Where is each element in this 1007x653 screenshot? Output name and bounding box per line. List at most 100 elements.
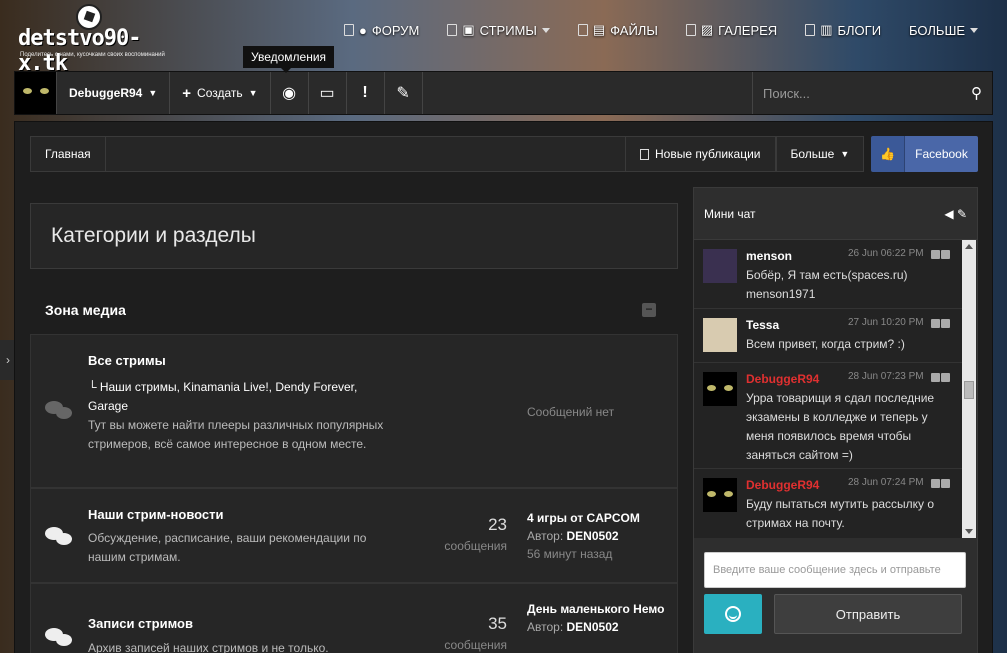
- forum-title[interactable]: Наши стрим-новости: [88, 507, 224, 522]
- nav-label: СТРИМЫ: [479, 22, 537, 38]
- author-link[interactable]: DEN0502: [567, 620, 619, 634]
- facebook-button[interactable]: 👍 Facebook: [871, 136, 978, 172]
- forum-title[interactable]: Записи стримов: [88, 616, 193, 631]
- reports-button[interactable]: !: [347, 72, 385, 114]
- nav-streams[interactable]: ▣ СТРИМЫ: [433, 22, 564, 38]
- avatar[interactable]: [15, 72, 57, 114]
- breadcrumb-home[interactable]: Главная: [31, 137, 106, 171]
- edit-icon[interactable]: [931, 250, 940, 259]
- delete-icon[interactable]: [941, 250, 950, 259]
- emoji-button[interactable]: [704, 594, 762, 634]
- send-button[interactable]: Отправить: [774, 594, 962, 634]
- chat-username[interactable]: Tessa: [746, 318, 779, 332]
- nav-label: ГАЛЕРЕЯ: [718, 22, 778, 38]
- chat-message: DebuggeR94 28 Jun 07:24 PM Буду пытаться…: [694, 469, 962, 538]
- last-post: 4 игры от CAPCOM Автор: DEN0502 56 минут…: [527, 509, 667, 563]
- chat-time: 26 Jun 06:22 PM: [848, 248, 924, 259]
- nav-forum[interactable]: ● ФОРУМ: [330, 22, 433, 38]
- notifications-button[interactable]: ◉: [271, 72, 309, 114]
- message-actions: [931, 373, 950, 382]
- scroll-thumb[interactable]: [964, 381, 974, 399]
- message-count: 35: [488, 614, 507, 633]
- avatar[interactable]: [703, 318, 737, 352]
- edit-icon[interactable]: [931, 373, 940, 382]
- nav-label: ФОРУМ: [371, 22, 420, 38]
- avatar[interactable]: [703, 372, 737, 406]
- chat-time: 28 Jun 07:24 PM: [848, 477, 924, 488]
- sound-icon[interactable]: ◀: [944, 207, 953, 221]
- wrench-icon[interactable]: ✎: [957, 207, 967, 221]
- last-post-title[interactable]: 4 игры от CAPCOM: [527, 509, 667, 527]
- cat-eyes-icon: [707, 491, 733, 499]
- chevron-down-icon: [970, 27, 979, 33]
- avatar[interactable]: [703, 478, 737, 512]
- new-publications-link[interactable]: Новые публикации: [625, 136, 776, 172]
- forum-description: Обсуждение, расписание, ваши рекомендаци…: [88, 531, 367, 564]
- create-label: Создать: [197, 86, 243, 100]
- subforum-list[interactable]: └ Наши стримы, Kinamania Live!, Dendy Fo…: [88, 378, 388, 416]
- chat-text: Урра товарищи я сдал последние экзамены …: [746, 391, 935, 462]
- cat-eyes-icon: [707, 385, 733, 393]
- nav-gallery[interactable]: ▨ ГАЛЕРЕЯ: [672, 22, 791, 38]
- nav-label: БОЛЬШЕ: [909, 22, 966, 38]
- nav-blogs[interactable]: ▥ БЛОГИ: [791, 22, 895, 38]
- nav-more[interactable]: БОЛЬШЕ: [895, 22, 992, 38]
- site-logo[interactable]: detstvo90-x.tk Поделитесь с нами, кусочк…: [18, 4, 168, 76]
- delete-icon[interactable]: [941, 479, 950, 488]
- chat-controls: ◀ ✎: [944, 207, 967, 221]
- scroll-down-icon[interactable]: [965, 529, 973, 534]
- more-dropdown[interactable]: Больше ▼: [775, 136, 865, 172]
- facebook-label: Facebook: [905, 136, 978, 172]
- chat-username[interactable]: menson: [746, 249, 792, 263]
- top-nav: ● ФОРУМ ▣ СТРИМЫ ▤ ФАЙЛЫ ▨ ГАЛЕРЕЯ ▥ БЛОГИ БО…: [330, 22, 992, 38]
- forum-row[interactable]: Все стримы └ Наши стримы, Kinamania Live…: [30, 334, 678, 488]
- last-post-author: Автор: DEN0502: [527, 527, 667, 545]
- image-icon: ▨: [700, 22, 714, 37]
- chat-icon: ●: [359, 22, 367, 38]
- forum-row[interactable]: Записи стримов Архив записей наших стрим…: [30, 583, 678, 653]
- message-actions: [931, 479, 950, 488]
- mini-chat: Мини чат ◀ ✎ menson 26 Jun 06:22 PM Бобё…: [693, 187, 978, 653]
- forum-description: Архив записей наших стримов и не только.: [88, 641, 329, 653]
- scroll-up-icon[interactable]: [965, 244, 973, 249]
- chat-bubbles-icon: [45, 628, 75, 650]
- logo-tagline: Поделитесь с нами, кусочками своих воспо…: [20, 52, 165, 58]
- last-post: День маленького Немо Автор: DEN0502: [527, 600, 667, 636]
- search-input[interactable]: Поиск... ⚲: [752, 72, 992, 114]
- last-post-title[interactable]: День маленького Немо: [527, 600, 667, 618]
- chat-username[interactable]: DebuggeR94: [746, 372, 819, 386]
- last-post-time: 56 минут назад: [527, 547, 613, 561]
- chat-username[interactable]: DebuggeR94: [746, 478, 819, 492]
- avatar[interactable]: [703, 249, 737, 283]
- document-icon: [577, 24, 588, 36]
- chat-title: Мини чат: [704, 206, 756, 221]
- message-count: 23: [488, 515, 507, 534]
- chat-message: menson 26 Jun 06:22 PM Бобёр, Я там есть…: [694, 240, 962, 309]
- create-button[interactable]: + Создать ▼: [170, 72, 271, 114]
- delete-icon[interactable]: [941, 319, 950, 328]
- inbox-button[interactable]: ▭: [309, 72, 347, 114]
- search-icon[interactable]: ⚲: [971, 84, 982, 102]
- new-publications-label: Новые публикации: [655, 147, 761, 161]
- theme-button[interactable]: ✎: [385, 72, 423, 114]
- twitch-icon: ▣: [462, 22, 475, 37]
- nav-files[interactable]: ▤ ФАЙЛЫ: [564, 22, 672, 38]
- inbox-icon: ▭: [319, 85, 335, 102]
- collapse-icon[interactable]: −: [642, 303, 656, 317]
- chat-text: Буду пытаться мутить рассылку о стримах …: [746, 497, 935, 530]
- breadcrumb: Главная: [30, 136, 670, 172]
- nav-label: БЛОГИ: [837, 22, 882, 38]
- edit-icon[interactable]: [931, 319, 940, 328]
- forum-title[interactable]: Все стримы: [88, 353, 166, 368]
- author-link[interactable]: DEN0502: [567, 529, 619, 543]
- forum-row[interactable]: Наши стрим-новости Обсуждение, расписани…: [30, 488, 678, 583]
- chat-messages[interactable]: menson 26 Jun 06:22 PM Бобёр, Я там есть…: [694, 240, 962, 538]
- author-label: Автор:: [527, 529, 564, 543]
- chat-message-input[interactable]: Введите ваше сообщение здесь и отправьте: [704, 552, 966, 588]
- delete-icon[interactable]: [941, 373, 950, 382]
- edit-icon[interactable]: [931, 479, 940, 488]
- user-menu-button[interactable]: DebuggeR94 ▼: [57, 72, 171, 114]
- chat-scrollbar[interactable]: [962, 240, 976, 538]
- alert-icon: !: [362, 84, 368, 101]
- subforum-links[interactable]: Наши стримы, Kinamania Live!, Dendy Fore…: [88, 380, 357, 413]
